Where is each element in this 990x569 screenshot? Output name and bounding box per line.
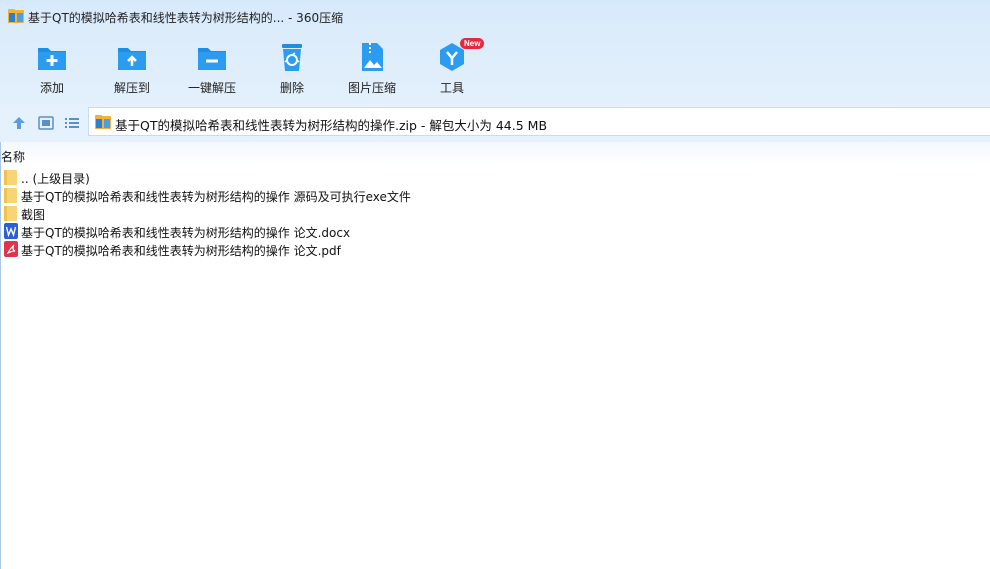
new-badge: New bbox=[460, 38, 485, 49]
one-click-extract-label: 一键解压 bbox=[187, 81, 236, 95]
file-name: 截图 bbox=[21, 208, 46, 222]
title-bar: 基于QT的模拟哈希表和线性表转为树形结构的... - 360压缩 bbox=[0, 0, 990, 32]
image-compress-label: 图片压缩 bbox=[347, 81, 396, 95]
column-name-header[interactable]: 名称 bbox=[1, 148, 25, 165]
address-path: 基于QT的模拟哈希表和线性表转为树形结构的操作.zip - 解包大小为 44.5… bbox=[115, 118, 548, 133]
file-name: 基于QT的模拟哈希表和线性表转为树形结构的操作 论文.docx bbox=[21, 226, 351, 240]
one-click-extract-button[interactable]: 一键解压 bbox=[172, 40, 252, 96]
delete-label: 删除 bbox=[279, 81, 304, 95]
recycle-bin-icon bbox=[282, 44, 302, 71]
folder-icon bbox=[4, 206, 17, 221]
list-view-icon[interactable] bbox=[63, 114, 81, 132]
toolbar: 添加 解压到 一键解压 删除 图片压缩 New 工具 bbox=[0, 32, 990, 104]
thumbnail-view-icon[interactable] bbox=[37, 114, 55, 132]
extract-to-icon bbox=[118, 48, 146, 70]
file-name: 基于QT的模拟哈希表和线性表转为树形结构的操作 论文.pdf bbox=[21, 244, 341, 258]
list-item-screenshots-folder[interactable]: 截图 bbox=[0, 204, 990, 222]
up-arrow-icon[interactable] bbox=[10, 114, 28, 132]
extract-to-label: 解压到 bbox=[113, 81, 150, 95]
image-compress-button[interactable]: 图片压缩 bbox=[332, 40, 412, 96]
image-compress-icon bbox=[362, 43, 383, 71]
window-title: 基于QT的模拟哈希表和线性表转为树形结构的... - 360压缩 bbox=[28, 11, 344, 25]
add-label: 添加 bbox=[39, 81, 64, 95]
add-button[interactable]: 添加 bbox=[12, 40, 92, 96]
app-logo-icon bbox=[8, 9, 24, 23]
navigation-bar: 基于QT的模拟哈希表和线性表转为树形结构的操作.zip - 解包大小为 44.5… bbox=[0, 104, 990, 142]
folder-icon bbox=[4, 170, 17, 185]
list-item-source-folder[interactable]: 基于QT的模拟哈希表和线性表转为树形结构的操作 源码及可执行exe文件 bbox=[0, 186, 990, 204]
one-click-extract-icon bbox=[198, 48, 226, 70]
tools-label: 工具 bbox=[439, 81, 464, 95]
list-item-docx[interactable]: 基于QT的模拟哈希表和线性表转为树形结构的操作 论文.docx bbox=[0, 222, 990, 240]
extract-to-button[interactable]: 解压到 bbox=[92, 40, 172, 96]
column-header: 名称 bbox=[0, 142, 990, 166]
address-bar[interactable]: 基于QT的模拟哈希表和线性表转为树形结构的操作.zip - 解包大小为 44.5… bbox=[88, 107, 990, 136]
archive-icon bbox=[95, 115, 111, 129]
list-item-parent-dir[interactable]: .. (上级目录) bbox=[0, 168, 990, 186]
folder-icon bbox=[4, 188, 17, 203]
list-item-pdf[interactable]: 基于QT的模拟哈希表和线性表转为树形结构的操作 论文.pdf bbox=[0, 240, 990, 258]
add-folder-icon bbox=[38, 48, 66, 70]
file-list: .. (上级目录) 基于QT的模拟哈希表和线性表转为树形结构的操作 源码及可执行… bbox=[0, 168, 990, 258]
pdf-icon bbox=[4, 241, 18, 257]
file-name: 基于QT的模拟哈希表和线性表转为树形结构的操作 源码及可执行exe文件 bbox=[21, 190, 411, 204]
tools-button[interactable]: New 工具 bbox=[412, 38, 492, 96]
file-name: .. (上级目录) bbox=[21, 172, 90, 186]
delete-button[interactable]: 删除 bbox=[252, 40, 332, 96]
word-doc-icon bbox=[4, 223, 18, 239]
